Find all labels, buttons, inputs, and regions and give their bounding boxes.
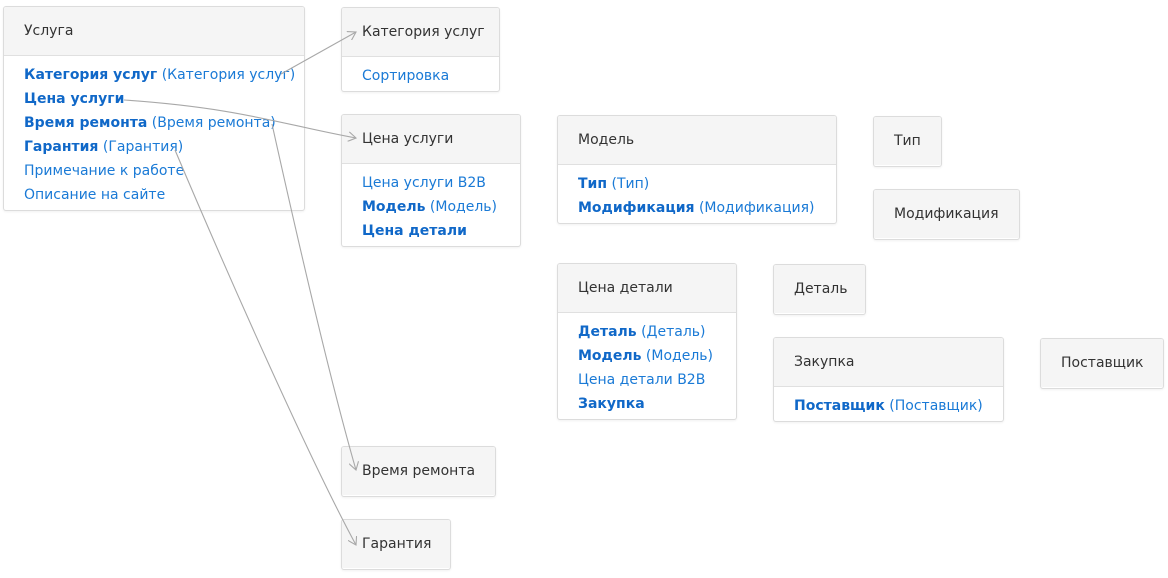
entity-title: Категория услуг [342,8,499,57]
entity-garantiya[interactable]: Гарантия [341,519,451,570]
entity-title: Закупка [774,338,1003,387]
field-opisanie[interactable]: Описание на сайте [24,183,284,207]
entity-title: Модификация [874,190,1019,238]
entity-model[interactable]: Модель Тип (Тип) Модификация (Модификаци… [557,115,837,224]
field-garantiya[interactable]: Гарантия (Гарантия) [24,135,284,159]
field-sortirovka[interactable]: Сортировка [362,64,479,88]
entity-cena-uslugi[interactable]: Цена услуги Цена услуги B2B Модель (Моде… [341,114,521,247]
field-cena-uslugi-b2b[interactable]: Цена услуги B2B [362,171,500,195]
field-modifikaciya[interactable]: Модификация (Модификация) [578,196,816,220]
entity-title: Время ремонта [342,447,495,495]
entity-title: Поставщик [1041,339,1163,387]
field-kategoriya-uslug[interactable]: Категория услуг (Категория услуг) [24,63,295,87]
entity-title: Гарантия [342,520,450,568]
field-cena-detali-b2b[interactable]: Цена детали B2B [578,368,716,392]
field-cena-uslugi[interactable]: Цена услуги [24,87,284,111]
field-model[interactable]: Модель (Модель) [578,344,716,368]
entity-detal[interactable]: Деталь [773,264,866,315]
entity-title: Цена детали [558,264,736,313]
field-cena-detali[interactable]: Цена детали [362,219,500,243]
entity-cena-detali[interactable]: Цена детали Деталь (Деталь) Модель (Моде… [557,263,737,420]
entity-title: Цена услуги [342,115,520,164]
entity-postavshchik[interactable]: Поставщик [1040,338,1164,389]
entity-title: Тип [874,117,941,165]
field-tip[interactable]: Тип (Тип) [578,172,816,196]
field-vremya-remonta[interactable]: Время ремонта (Время ремонта) [24,111,284,135]
field-zakupka[interactable]: Закупка [578,392,716,416]
entity-usluga[interactable]: Услуга Категория услуг (Категория услуг)… [3,6,305,211]
entity-kategoriya-uslug[interactable]: Категория услуг Сортировка [341,7,500,92]
field-primechanie[interactable]: Примечание к работе [24,159,284,183]
schema-diagram: Услуга Категория услуг (Категория услуг)… [0,0,1168,578]
field-postavshchik[interactable]: Поставщик (Поставщик) [794,394,983,418]
entity-title: Модель [558,116,836,165]
entity-vremya-remonta[interactable]: Время ремонта [341,446,496,497]
entity-title: Услуга [4,7,304,56]
entity-title: Деталь [774,265,865,313]
entity-modifikaciya[interactable]: Модификация [873,189,1020,240]
entity-tip[interactable]: Тип [873,116,942,167]
field-model[interactable]: Модель (Модель) [362,195,500,219]
entity-zakupka[interactable]: Закупка Поставщик (Поставщик) [773,337,1004,422]
field-detal[interactable]: Деталь (Деталь) [578,320,716,344]
